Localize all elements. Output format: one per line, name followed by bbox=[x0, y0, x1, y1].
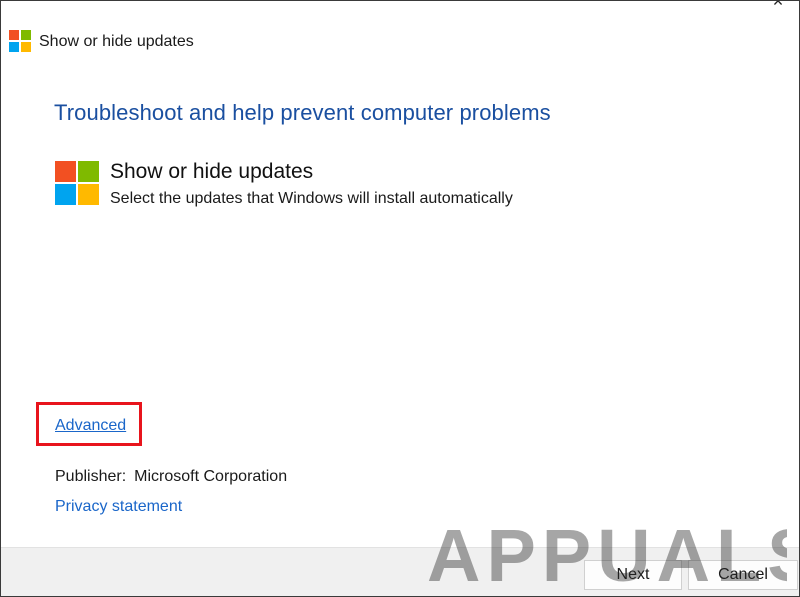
publisher-line: Publisher: Microsoft Corporation bbox=[55, 468, 287, 486]
dialog-window: Show or hide updates × Troubleshoot and … bbox=[0, 0, 800, 597]
close-icon[interactable]: × bbox=[767, 1, 789, 10]
cancel-button[interactable]: Cancel bbox=[688, 560, 798, 590]
windows-logo-icon bbox=[9, 30, 31, 52]
button-bar: Next Cancel bbox=[1, 547, 799, 596]
window-title: Show or hide updates bbox=[39, 33, 194, 50]
next-button[interactable]: Next bbox=[584, 560, 682, 590]
privacy-statement-link[interactable]: Privacy statement bbox=[55, 498, 182, 516]
windows-logo-icon bbox=[55, 161, 99, 205]
task-description: Select the updates that Windows will ins… bbox=[110, 190, 513, 207]
page-heading: Troubleshoot and help prevent computer p… bbox=[54, 100, 551, 125]
advanced-link[interactable]: Advanced bbox=[55, 417, 126, 435]
publisher-value: Microsoft Corporation bbox=[134, 468, 288, 485]
task-title: Show or hide updates bbox=[110, 160, 314, 183]
title-bar: Show or hide updates × bbox=[1, 1, 799, 52]
publisher-label: Publisher: bbox=[55, 468, 127, 485]
